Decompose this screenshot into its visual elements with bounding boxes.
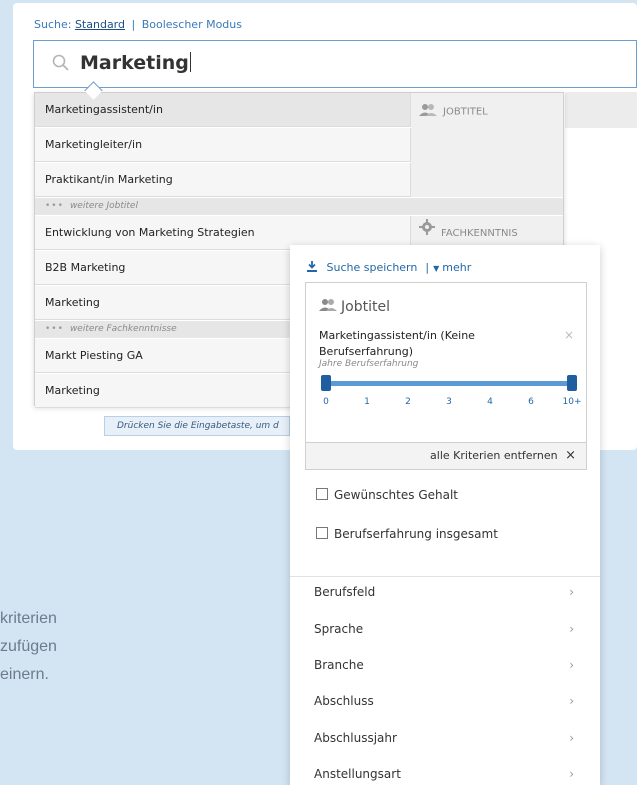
- dots: •••: [45, 324, 64, 334]
- filter-item-sprache[interactable]: Sprache ›: [314, 622, 584, 636]
- caret-down-icon[interactable]: ▼: [433, 264, 439, 273]
- chevron-right-icon: ›: [569, 694, 574, 708]
- search-query-text: Marketing: [80, 52, 189, 74]
- slider-tick: 3: [446, 397, 452, 407]
- filter-item-label: Abschluss: [314, 694, 374, 708]
- slider-handle-min[interactable]: [321, 375, 331, 391]
- filter-item-abschlussjahr[interactable]: Abschlussjahr ›: [314, 731, 584, 745]
- filter-item-branche[interactable]: Branche ›: [314, 658, 584, 672]
- jobtitle-card-title: Jobtitel: [319, 298, 390, 316]
- filter-item-label: Abschlussjahr: [314, 731, 397, 745]
- more-jobtitles-label: weitere Jobtitel: [69, 201, 138, 211]
- chevron-right-icon: ›: [569, 767, 574, 781]
- filter-item-anstellungsart[interactable]: Anstellungsart ›: [314, 767, 584, 781]
- remove-all-label: alle Kriterien entfernen: [430, 449, 558, 462]
- slider-tick: 4: [487, 397, 493, 407]
- suggestion-jobtitle[interactable]: Marketingleiter/in: [35, 128, 411, 162]
- chevron-right-icon: ›: [569, 585, 574, 599]
- suggestion-jobtitle[interactable]: Praktikant/in Marketing: [35, 163, 411, 197]
- jobtitle-criterion-card: Jobtitel Marketingassistent/in (Keine Be…: [305, 282, 587, 469]
- panel-actions: Suche speichern | ▼ mehr: [307, 261, 471, 274]
- checkbox-total-experience[interactable]: Berufserfahrung insgesamt: [316, 527, 498, 541]
- people-icon: [419, 103, 437, 120]
- more-skills-label: weitere Fachkenntnisse: [69, 324, 177, 334]
- mode-separator: |: [131, 18, 136, 31]
- more-jobtitles-link[interactable]: ••• weitere Jobtitel: [35, 198, 563, 215]
- chevron-right-icon: ›: [569, 658, 574, 672]
- filter-item-label: Berufsfeld: [314, 585, 376, 599]
- people-icon: [319, 298, 337, 316]
- dots: •••: [45, 201, 64, 211]
- close-icon[interactable]: ×: [564, 328, 574, 342]
- checkbox-desired-salary[interactable]: Gewünschtes Gehalt: [316, 488, 458, 502]
- close-icon: ×: [565, 448, 576, 463]
- mode-boolean-link[interactable]: Boolescher Modus: [142, 18, 242, 31]
- criteria-panel: Suche speichern | ▼ mehr Jobtitel Marketing…: [290, 245, 600, 785]
- background-text-line: einern.: [0, 666, 49, 683]
- category-fachkenntnis-label: FACHKENNTNIS: [441, 228, 518, 239]
- filter-item-label: Sprache: [314, 622, 364, 636]
- slider-tick: 2: [405, 397, 411, 407]
- slider-track: [326, 381, 572, 386]
- filter-item-abschluss[interactable]: Abschluss ›: [314, 694, 584, 708]
- background-text-line: kriterien: [0, 610, 57, 627]
- chevron-right-icon: ›: [569, 622, 574, 636]
- filter-item-label: Branche: [314, 658, 364, 672]
- search-icon: [52, 54, 70, 76]
- experience-slider[interactable]: 0 1 2 3 4 6 10+: [321, 375, 582, 407]
- checkbox-label: Berufserfahrung insgesamt: [334, 527, 498, 541]
- search-mode-bar: Suche: Standard | Boolescher Modus: [34, 18, 242, 31]
- search-mode-label: Suche:: [34, 18, 72, 31]
- background-text: kriterien zufügen einern.: [0, 605, 57, 689]
- more-link[interactable]: mehr: [442, 261, 471, 274]
- remove-all-button[interactable]: alle Kriterien entfernen ×: [305, 442, 587, 470]
- filter-item-berufsfeld[interactable]: Berufsfeld ›: [314, 585, 584, 599]
- slider-tick: 0: [323, 397, 329, 407]
- slider-tick: 6: [528, 397, 534, 407]
- jobtitle-card-title-text: Jobtitel: [341, 299, 390, 315]
- text-caret: [189, 52, 191, 72]
- checkbox-icon[interactable]: [316, 527, 328, 539]
- results-header-strip: [565, 92, 637, 128]
- enter-hint: Drücken Sie die Eingabetaste, um d: [104, 416, 290, 436]
- checkbox-label: Gewünschtes Gehalt: [334, 488, 458, 502]
- experience-label: Jahre Berufserfahrung: [319, 359, 419, 369]
- save-search-link[interactable]: Suche speichern: [327, 261, 418, 274]
- search-query[interactable]: Marketing: [80, 52, 191, 74]
- chevron-right-icon: ›: [569, 731, 574, 745]
- jobtitle-criterion-value: Marketingassistent/in (Keine Berufserfah…: [319, 329, 475, 358]
- mode-standard-link[interactable]: Standard: [75, 18, 125, 31]
- divider: [290, 576, 600, 577]
- background-text-line: zufügen: [0, 638, 57, 655]
- checkbox-icon[interactable]: [316, 488, 328, 500]
- download-icon[interactable]: [307, 261, 327, 274]
- category-jobtitel-label: JOBTITEL: [443, 106, 488, 118]
- filter-item-label: Anstellungsart: [314, 767, 401, 781]
- slider-tick: 1: [364, 397, 370, 407]
- panel-separator: |: [425, 261, 430, 274]
- slider-tick: 10+: [562, 397, 582, 407]
- search-input[interactable]: Marketing: [33, 40, 637, 88]
- category-jobtitel: JOBTITEL: [411, 93, 563, 197]
- slider-handle-max[interactable]: [567, 375, 577, 391]
